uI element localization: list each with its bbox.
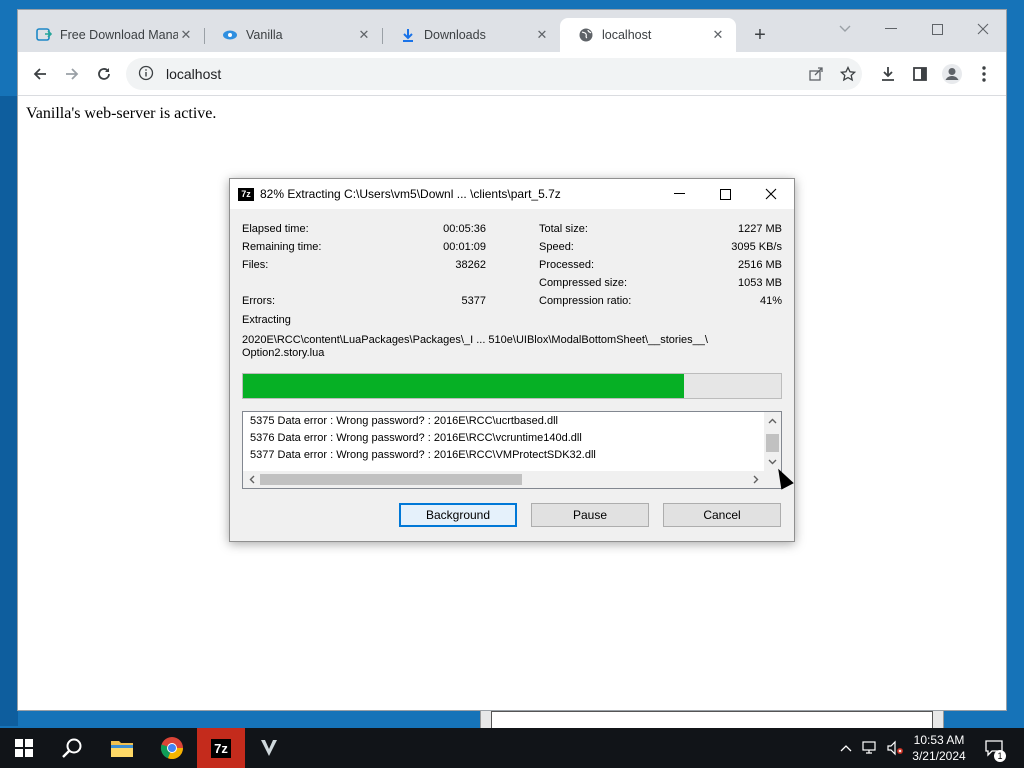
clock-date: 3/21/2024 — [912, 749, 966, 763]
close-icon[interactable] — [748, 179, 794, 209]
processed-value: 2516 MB — [737, 259, 782, 271]
elapsed-time-value: 00:05:36 — [443, 223, 486, 235]
vanilla-icon — [222, 27, 238, 43]
side-panel-icon[interactable] — [906, 60, 934, 88]
background-button[interactable]: Background — [399, 503, 517, 527]
page-message: Vanilla's web-server is active. — [26, 105, 217, 122]
progress-fill — [243, 374, 684, 398]
url-text: localhost — [166, 66, 222, 82]
close-icon[interactable]: ✕ — [178, 27, 194, 43]
chevron-up-icon[interactable] — [764, 413, 781, 429]
vertical-scrollbar[interactable] — [764, 412, 781, 471]
7zip-taskbar-button[interactable]: 7z — [197, 728, 245, 768]
extract-progress-dialog: 7z 82% Extracting C:\Users\vm5\Downl ...… — [229, 178, 795, 542]
download-icon — [400, 27, 416, 43]
search-icon[interactable] — [48, 728, 96, 768]
maximize-icon[interactable] — [702, 179, 748, 209]
clock-time: 10:53 AM — [913, 733, 965, 747]
tab-downloads[interactable]: Downloads ✕ — [382, 18, 560, 52]
taskbar: 7z 10:53 AM 3/21/2024 1 — [0, 728, 1024, 768]
fdm-icon — [36, 27, 52, 43]
scroll-thumb[interactable] — [766, 434, 779, 452]
scroll-thumb[interactable] — [260, 474, 522, 485]
notification-badge: 1 — [994, 750, 1006, 762]
list-item[interactable]: 5376 Data error : Wrong password? : 2016… — [250, 432, 582, 444]
pause-button[interactable]: Pause — [531, 503, 649, 527]
list-item[interactable]: 5377 Data error : Wrong password? : 2016… — [250, 449, 596, 461]
processed-label: Processed: — [539, 259, 595, 271]
errors-value: 5377 — [461, 295, 486, 307]
dialog-title: 82% Extracting C:\Users\vm5\Downl ... \c… — [260, 187, 561, 201]
tab-free-download-manager[interactable]: Free Download Manager ✕ — [18, 18, 204, 52]
share-icon[interactable] — [806, 64, 826, 84]
minimize-icon[interactable] — [656, 179, 702, 209]
background-window-content — [491, 711, 933, 729]
minimize-icon[interactable] — [868, 14, 914, 44]
profile-icon[interactable] — [938, 60, 966, 88]
compressed-size-label: Compressed size: — [539, 277, 628, 289]
close-icon[interactable]: ✕ — [710, 27, 726, 43]
speed-label: Speed: — [539, 241, 574, 253]
bookmark-star-icon[interactable] — [838, 64, 858, 84]
tab-title: Free Download Manager — [60, 28, 178, 42]
tab-vanilla[interactable]: Vanilla ✕ — [204, 18, 382, 52]
tab-search-icon[interactable] — [822, 14, 868, 44]
chevron-left-icon[interactable] — [243, 471, 260, 488]
current-file-name: Option2.story.lua — [242, 347, 325, 359]
compression-ratio-label: Compression ratio: — [539, 295, 632, 307]
tab-title: Vanilla — [246, 28, 283, 42]
file-explorer-icon[interactable] — [98, 728, 146, 768]
info-icon[interactable] — [138, 65, 154, 84]
remaining-time-value: 00:01:09 — [443, 241, 486, 253]
files-value: 38262 — [455, 259, 486, 271]
files-label: Files: — [242, 259, 269, 271]
back-icon[interactable] — [26, 60, 54, 88]
close-icon[interactable]: ✕ — [534, 27, 550, 43]
browser-toolbar: localhost — [18, 52, 1006, 96]
dialog-title-bar[interactable]: 7z 82% Extracting C:\Users\vm5\Downl ...… — [230, 179, 794, 209]
maximize-icon[interactable] — [914, 14, 960, 44]
reload-icon[interactable] — [90, 60, 118, 88]
7zip-icon: 7z — [211, 738, 231, 758]
horizontal-scrollbar[interactable] — [243, 471, 764, 488]
system-clock[interactable]: 10:53 AM 3/21/2024 — [904, 732, 974, 764]
errors-label: Errors: — [242, 295, 275, 307]
list-item[interactable]: 5375 Data error : Wrong password? : 2016… — [250, 415, 558, 427]
notification-icon[interactable]: 1 — [980, 728, 1008, 768]
error-log-list[interactable]: 5375 Data error : Wrong password? : 2016… — [242, 411, 782, 489]
extract-progress-bar — [242, 373, 782, 399]
forward-icon[interactable] — [58, 60, 86, 88]
downloads-icon[interactable] — [874, 60, 902, 88]
new-tab-button[interactable]: + — [749, 24, 771, 46]
chevron-right-icon[interactable] — [747, 471, 764, 488]
close-window-icon[interactable] — [960, 14, 1006, 44]
tab-strip: Free Download Manager ✕ Vanilla ✕ Downlo… — [18, 10, 1006, 52]
compression-ratio-value: 41% — [759, 295, 782, 307]
compressed-size-value: 1053 MB — [737, 277, 782, 289]
chevron-up-icon[interactable] — [836, 728, 856, 768]
tab-localhost[interactable]: localhost ✕ — [560, 18, 736, 52]
cancel-button[interactable]: Cancel — [663, 503, 781, 527]
close-icon[interactable]: ✕ — [356, 27, 372, 43]
7zip-icon: 7z — [238, 187, 254, 201]
address-bar[interactable]: localhost — [126, 58, 862, 90]
current-file-path: 2020E\RCC\content\LuaPackages\Packages\_… — [242, 334, 708, 346]
action-label: Extracting — [242, 314, 291, 326]
tab-title: Downloads — [424, 28, 486, 42]
network-icon[interactable] — [860, 728, 882, 768]
globe-icon — [578, 27, 594, 43]
start-icon[interactable] — [0, 728, 48, 768]
total-size-value: 1227 MB — [737, 223, 782, 235]
chrome-icon[interactable] — [148, 728, 196, 768]
desktop-edge — [0, 96, 18, 726]
speed-value: 3095 KB/s — [731, 241, 782, 253]
remaining-time-label: Remaining time: — [242, 241, 322, 253]
elapsed-time-label: Elapsed time: — [242, 223, 309, 235]
total-size-label: Total size: — [539, 223, 588, 235]
tab-title: localhost — [602, 28, 652, 42]
menu-dots-icon[interactable] — [970, 60, 998, 88]
volume-muted-icon[interactable] — [884, 728, 906, 768]
vanilla-icon[interactable] — [245, 728, 293, 768]
